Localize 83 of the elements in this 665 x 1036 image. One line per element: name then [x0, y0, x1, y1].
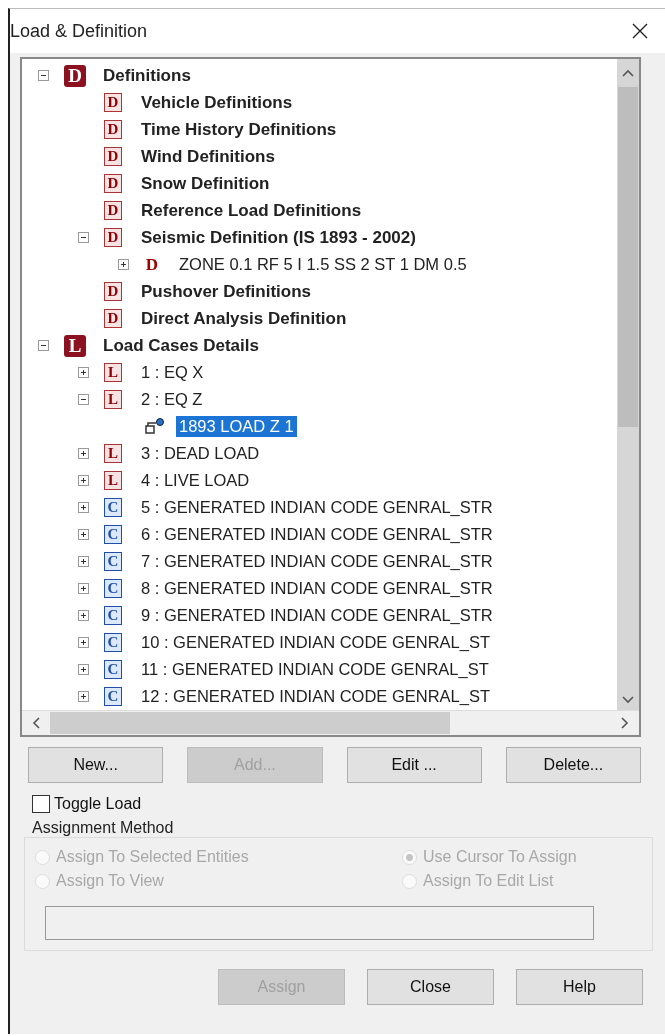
tree-item[interactable]: Vehicle Definitions [138, 91, 296, 114]
letter-badge-icon: D [104, 93, 122, 112]
letter-badge-icon: L [104, 471, 122, 490]
tree-item[interactable]: Time History Definitions [138, 118, 340, 141]
letter-badge-icon: D [64, 64, 86, 87]
dialog-button[interactable]: Help [516, 969, 643, 1005]
letter-badge-icon: L [104, 444, 122, 463]
collapse-icon[interactable] [78, 232, 89, 243]
letter-badge-icon: D [104, 174, 122, 193]
letter-badge-icon: C [104, 687, 122, 706]
scroll-down-icon[interactable] [622, 696, 634, 704]
tree-item[interactable]: 3 : DEAD LOAD [138, 443, 263, 464]
expand-icon[interactable] [78, 691, 89, 702]
tree-item[interactable]: Pushover Definitions [138, 280, 315, 303]
expand-icon[interactable] [78, 583, 89, 594]
horizontal-scrollbar[interactable] [22, 710, 639, 735]
expand-icon[interactable] [78, 637, 89, 648]
collapse-icon[interactable] [78, 394, 89, 405]
tree-item[interactable]: 7 : GENERATED INDIAN CODE GENRAL_STR [138, 551, 496, 572]
tree-item[interactable]: Direct Analysis Definition [138, 307, 350, 330]
tree-item[interactable]: Definitions [100, 64, 194, 87]
window-title: Load & Definition [10, 20, 148, 42]
letter-badge-icon: D [104, 147, 122, 166]
expand-icon[interactable] [78, 529, 89, 540]
tree-item[interactable]: 6 : GENERATED INDIAN CODE GENRAL_STR [138, 524, 496, 545]
letter-badge-icon: L [104, 363, 122, 382]
letter-badge-icon: C [104, 660, 122, 679]
checkbox[interactable] [32, 795, 50, 813]
expand-icon[interactable] [78, 475, 89, 486]
group-title: Assignment Method [32, 819, 175, 837]
letter-badge-icon: C [104, 606, 122, 625]
tree-item[interactable]: 1893 LOAD Z 1 [176, 416, 297, 437]
input-field[interactable] [45, 906, 594, 940]
checkbox-label[interactable]: Toggle Load [54, 795, 142, 813]
dialog-button[interactable]: Close [367, 969, 494, 1005]
letter-badge-icon: D [104, 228, 122, 247]
expand-icon[interactable] [78, 367, 89, 378]
collapse-icon[interactable] [38, 70, 49, 81]
letter-badge-icon: D [104, 201, 122, 220]
tree-item[interactable]: Load Cases Details [100, 334, 262, 357]
letter-badge-icon: L [104, 390, 122, 409]
letter-icon: D [144, 256, 160, 273]
expand-icon[interactable] [78, 610, 89, 621]
tree-item[interactable]: 2 : EQ Z [138, 389, 206, 410]
expand-icon[interactable] [118, 259, 129, 270]
tree-item[interactable]: 1 : EQ X [138, 362, 207, 383]
close-icon[interactable] [631, 22, 649, 40]
load-node-icon [144, 416, 166, 437]
expand-icon[interactable] [78, 664, 89, 675]
tree-item[interactable]: 8 : GENERATED INDIAN CODE GENRAL_STR [138, 578, 496, 599]
tree-item[interactable]: Seismic Definition (IS 1893 - 2002) [138, 226, 419, 249]
tree-item[interactable]: Wind Definitions [138, 145, 278, 168]
letter-badge-icon: C [104, 552, 122, 571]
dialog-button[interactable]: Edit ... [346, 747, 482, 783]
scrollbar-thumb[interactable] [50, 712, 450, 734]
expand-icon[interactable] [78, 448, 89, 459]
scrollbar-thumb[interactable] [618, 87, 638, 427]
vertical-scrollbar[interactable] [617, 59, 639, 710]
expand-icon[interactable] [78, 502, 89, 513]
letter-badge-icon: L [64, 334, 86, 357]
scroll-up-icon[interactable] [622, 69, 634, 77]
letter-badge-icon: C [104, 633, 122, 652]
tree-item[interactable]: 11 : GENERATED INDIAN CODE GENRAL_ST [138, 659, 492, 680]
tree-item[interactable]: 5 : GENERATED INDIAN CODE GENRAL_STR [138, 497, 496, 518]
letter-badge-icon: D [104, 282, 122, 301]
scroll-left-icon[interactable] [32, 717, 40, 729]
scroll-right-icon[interactable] [621, 717, 629, 729]
tree-item[interactable]: 4 : LIVE LOAD [138, 470, 253, 491]
letter-badge-icon: D [104, 120, 122, 139]
letter-badge-icon: C [104, 579, 122, 598]
tree-item[interactable]: ZONE 0.1 RF 5 I 1.5 SS 2 ST 1 DM 0.5 [176, 254, 470, 275]
expand-icon[interactable] [78, 556, 89, 567]
tree-item[interactable]: 12 : GENERATED INDIAN CODE GENRAL_ST [138, 686, 494, 707]
dialog-button[interactable]: New... [28, 747, 164, 783]
letter-badge-icon: C [104, 525, 122, 544]
tree-item[interactable]: 9 : GENERATED INDIAN CODE GENRAL_STR [138, 605, 496, 626]
letter-badge-icon: C [104, 498, 122, 517]
tree-item[interactable]: Snow Definition [138, 172, 273, 195]
dialog-button[interactable]: Delete... [505, 747, 641, 783]
collapse-icon[interactable] [38, 340, 49, 351]
letter-badge-icon: D [104, 309, 122, 328]
tree-item[interactable]: 10 : GENERATED INDIAN CODE GENRAL_ST [138, 632, 494, 653]
tree-item[interactable]: Reference Load Definitions [138, 199, 365, 222]
